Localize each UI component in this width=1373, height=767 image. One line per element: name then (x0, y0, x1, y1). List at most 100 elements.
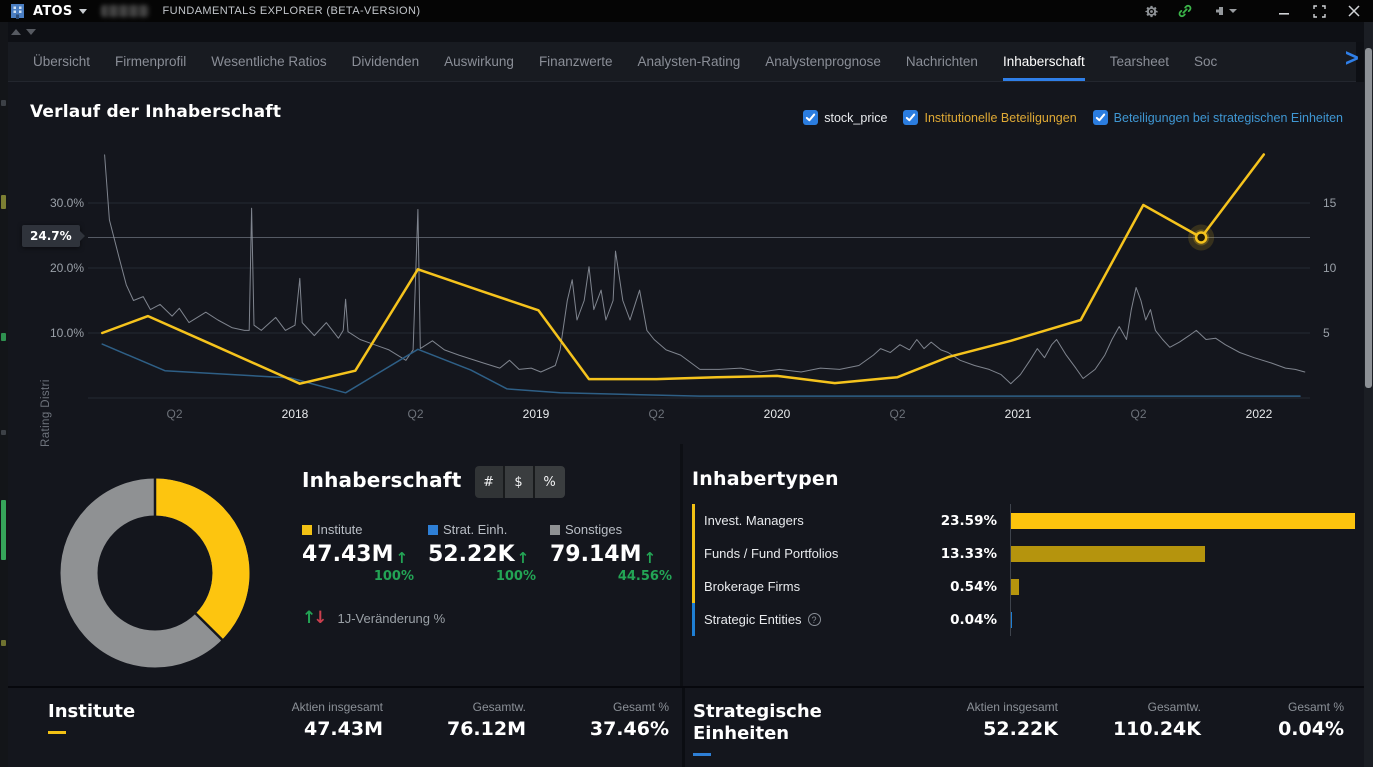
summary-card-strategische-einheiten: StrategischeEinheitenAktien insgesamt52.… (685, 688, 1364, 767)
summary-card-title-line: Strategische (693, 701, 915, 723)
legend-label: stock_price (824, 111, 887, 125)
stat-value: 47.43M (302, 543, 393, 567)
summary-stat-gesamt: Gesamt % 0.04% (1201, 700, 1344, 767)
legend-institutionelle-beteiligungen[interactable]: Institutionelle Beteiligungen (903, 110, 1076, 125)
y-right-tick: 5 (1323, 326, 1330, 340)
legend-label: Beteiligungen bei strategischen Einheite… (1114, 111, 1343, 125)
series-stock-price (105, 155, 1305, 384)
checkbox-checked-icon[interactable] (903, 110, 918, 125)
stat-label: Institute (302, 522, 414, 537)
owner-type-bar (1011, 513, 1355, 529)
ticker-symbol[interactable]: ATOS (33, 4, 73, 19)
up-arrow-icon: ↑ (643, 549, 656, 567)
series-institutionelle-beteiligungen (102, 155, 1264, 384)
owner-type-bar (1011, 546, 1205, 562)
legend-beteiligungen-bei-strategischen-einheiten[interactable]: Beteiligungen bei strategischen Einheite… (1093, 110, 1343, 125)
chart-legend: stock_price Institutionelle Beteiligungen… (803, 110, 1343, 125)
summary-card-institute: InstituteAktien insgesamt47.43MGesamtw.7… (8, 688, 682, 767)
unit-button-count[interactable]: # (475, 466, 505, 498)
summary-card-stats: Aktien insgesamt52.22KGesamtw.110.24KGes… (915, 688, 1365, 767)
stat-value: 79.14M (550, 543, 641, 567)
tab-analysten-rating[interactable]: Analysten-Rating (637, 42, 740, 81)
summary-row: InstituteAktien insgesamt47.43MGesamtw.7… (8, 686, 1364, 767)
stat-change: 100% (428, 569, 536, 584)
ownership-stat-strat-einh: Strat. Einh.52.22K↑100% (428, 522, 536, 584)
minimap-mark (1, 333, 6, 341)
summary-stat-gesamtw: Gesamtw.76.12M (383, 700, 526, 767)
x-tick: Q2 (376, 407, 456, 421)
tab-nachrichten[interactable]: Nachrichten (906, 42, 978, 81)
tabs-overflow-chevron-icon[interactable]: > (1344, 44, 1360, 72)
owner-type-label: Strategic Entities? (695, 612, 925, 627)
summary-stat-value: 37.46% (526, 718, 669, 740)
ownership-donut-chart[interactable] (55, 473, 255, 673)
selected-point-marker[interactable] (1196, 232, 1206, 242)
tab-tearsheet[interactable]: Tearsheet (1110, 42, 1169, 81)
stat-value-row: 47.43M↑ (302, 543, 414, 567)
sort-up-icon[interactable] (11, 29, 21, 35)
owner-type-row-funds-fund-portfolios: Funds / Fund Portfolios13.33% (692, 537, 1355, 570)
pin-dropdown[interactable] (1210, 4, 1237, 18)
close-button[interactable] (1345, 2, 1363, 20)
summary-card-title: Institute (8, 688, 238, 767)
up-arrow-icon: ↑ (517, 549, 530, 567)
summary-stat-gesamt: Gesamt % 37.46% (526, 700, 669, 767)
summary-stat-label: Aktien insgesamt (915, 700, 1058, 714)
scrollbar-thumb[interactable] (1365, 48, 1372, 388)
x-tick: Q2 (135, 407, 215, 421)
stat-swatch (550, 525, 560, 535)
owner-type-label-text: Invest. Managers (704, 513, 804, 528)
stat-value-row: 52.22K↑ (428, 543, 536, 567)
unit-button-percent[interactable]: % (535, 466, 565, 498)
summary-card-title: StrategischeEinheiten (685, 688, 915, 767)
vertical-scrollbar[interactable] (1364, 22, 1373, 767)
stat-swatch (302, 525, 312, 535)
left-minimap-strip[interactable] (0, 22, 8, 767)
x-tick: Q2 (858, 407, 938, 421)
ownership-history-chart[interactable] (8, 82, 1364, 442)
ownership-stat-institute: Institute47.43M↑100% (302, 522, 414, 584)
sort-strip (8, 22, 1373, 42)
info-icon[interactable]: ? (808, 613, 821, 626)
minimap-mark (1, 430, 6, 435)
tab-inhaberschaft[interactable]: Inhaberschaft (1003, 42, 1085, 81)
owner-type-bar-track (1010, 537, 1355, 570)
legend-stock-price[interactable]: stock_price (803, 110, 887, 125)
minimize-button[interactable] (1275, 2, 1293, 20)
summary-stat-label: Gesamt % (526, 700, 669, 714)
pin-caret-icon (1229, 9, 1237, 13)
summary-stat-label: Gesamt % (1201, 700, 1344, 714)
owner-type-label: Brokerage Firms (695, 579, 925, 594)
tab-firmenprofil[interactable]: Firmenprofil (115, 42, 186, 81)
tab-wesentliche-ratios[interactable]: Wesentliche Ratios (211, 42, 326, 81)
checkbox-checked-icon[interactable] (1093, 110, 1108, 125)
legend-label: Institutionelle Beteiligungen (924, 111, 1076, 125)
y-left-tick: 20.0% (20, 261, 84, 275)
gear-icon[interactable] (1142, 2, 1160, 20)
tab-dividenden[interactable]: Dividenden (352, 42, 420, 81)
tab-soc[interactable]: Soc (1194, 42, 1217, 81)
app-building-icon (10, 3, 25, 19)
checkbox-checked-icon[interactable] (803, 110, 818, 125)
ownership-section: Inhaberschaft #$% Institute47.43M↑100%St… (302, 468, 674, 627)
tab-auswirkung[interactable]: Auswirkung (444, 42, 514, 81)
unit-toggle-group: #$% (475, 466, 565, 498)
link-icon[interactable] (1176, 2, 1194, 20)
chart-title: Verlauf der Inhaberschaft (30, 102, 281, 122)
tab-bersicht[interactable]: Übersicht (33, 42, 90, 81)
ticker-dropdown-caret[interactable] (79, 9, 87, 14)
summary-stat-label: Gesamtw. (1058, 700, 1201, 714)
y-right-tick: 10 (1323, 261, 1336, 275)
tab-finanzwerte[interactable]: Finanzwerte (539, 42, 613, 81)
window-title: FUNDAMENTALS EXPLORER (BETA-VERSION) (163, 5, 421, 17)
sort-down-icon[interactable] (26, 29, 36, 35)
owner-types-section: Inhabertypen Invest. Managers23.59%Funds… (692, 468, 1355, 636)
maximize-button[interactable] (1310, 2, 1328, 20)
tab-analystenprognose[interactable]: Analystenprognose (765, 42, 881, 81)
owner-type-label: Invest. Managers (695, 513, 925, 528)
owner-type-label-text: Strategic Entities (704, 612, 802, 627)
ownership-stats-row: Institute47.43M↑100%Strat. Einh.52.22K↑1… (302, 522, 674, 584)
summary-stat-value: 0.04% (1201, 718, 1344, 740)
unit-button-currency[interactable]: $ (505, 466, 535, 498)
x-tick: 2018 (255, 407, 335, 421)
